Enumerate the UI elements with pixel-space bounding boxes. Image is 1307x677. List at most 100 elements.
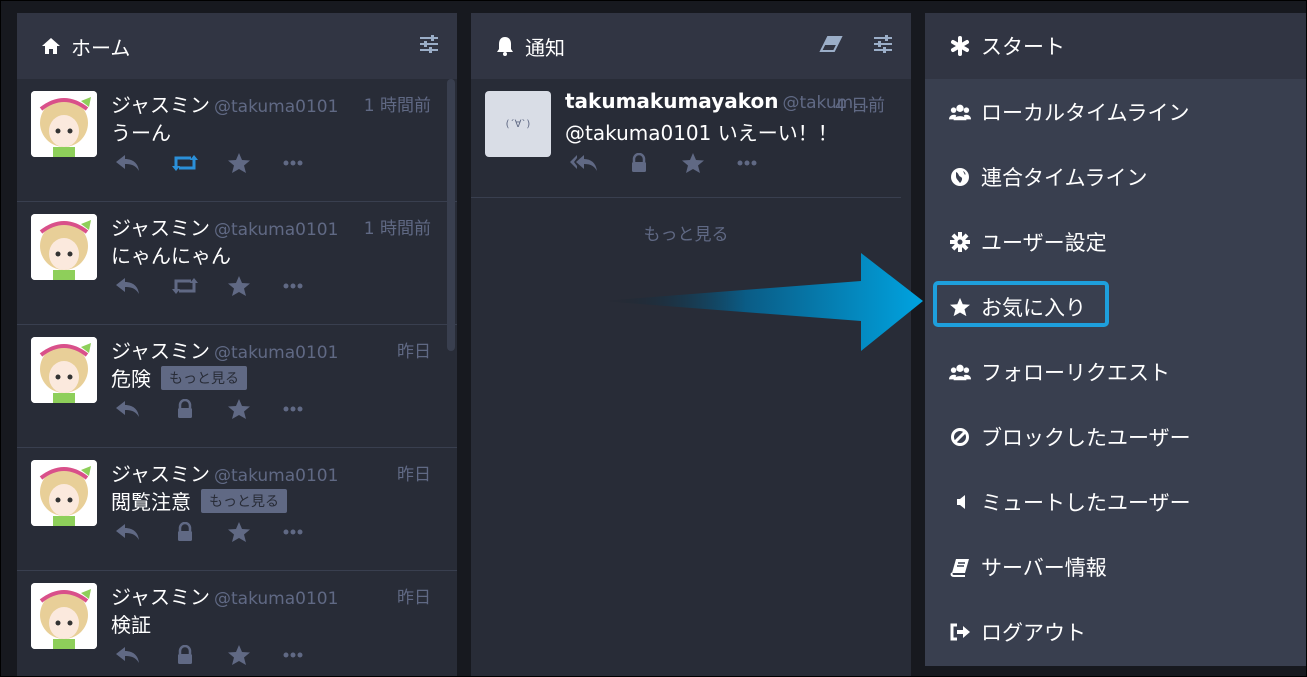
star-icon[interactable]: [227, 520, 283, 544]
users-icon: [949, 102, 971, 122]
status-time[interactable]: 4 日前: [835, 91, 885, 116]
more-icon[interactable]: [737, 151, 793, 175]
menu-item-label: ブロックしたユーザー: [981, 425, 1191, 450]
star-icon[interactable]: [681, 151, 737, 175]
home-scrollbar[interactable]: [447, 79, 455, 351]
menu-item-server-info[interactable]: サーバー情報: [925, 534, 1306, 599]
status-actions: [115, 274, 339, 298]
star-icon[interactable]: [227, 151, 283, 175]
home-column-header[interactable]: ホーム: [17, 13, 457, 79]
account-handle: @takuma0101: [214, 343, 339, 363]
display-name: takumakumayakon: [565, 89, 779, 113]
reply-icon[interactable]: [115, 397, 171, 421]
reply-icon[interactable]: [115, 274, 171, 298]
status-item[interactable]: ジャスミン @takuma0101 昨日 閲覧注意 もっと見る: [17, 448, 457, 571]
avatar[interactable]: [31, 337, 97, 403]
reply-icon[interactable]: [115, 151, 171, 175]
display-name: ジャスミン: [111, 585, 210, 609]
status-author[interactable]: ジャスミン @takuma0101: [111, 458, 338, 487]
reply-icon[interactable]: [115, 520, 171, 544]
menu-item-blocked-users[interactable]: ブロックしたユーザー: [925, 404, 1306, 469]
status-text: 検証: [111, 613, 151, 637]
avatar[interactable]: [31, 91, 97, 157]
status-item[interactable]: ジャスミン @takuma0101 1 時間前 うーん: [17, 79, 457, 202]
reply-icon[interactable]: [115, 643, 171, 667]
status-item[interactable]: ジャスミン @takuma0101 昨日 危険 もっと見る: [17, 325, 457, 448]
status-text: うーん: [111, 121, 171, 145]
star-icon[interactable]: [227, 274, 283, 298]
status-author[interactable]: ジャスミン @takuma0101: [111, 89, 338, 118]
more-icon[interactable]: [283, 643, 339, 667]
cog-icon: [949, 231, 971, 252]
status-content: うーん: [111, 117, 171, 146]
globe-icon: [949, 167, 971, 187]
account-handle: @takuma0101: [214, 466, 339, 486]
menu-item-label: ローカルタイムライン: [981, 100, 1190, 125]
status-author[interactable]: ジャスミン @takuma0101: [111, 335, 338, 364]
menu-item-preferences[interactable]: ユーザー設定: [925, 209, 1306, 274]
menu-item-label: サーバー情報: [981, 555, 1107, 580]
boost-icon[interactable]: [171, 151, 227, 175]
navigation-menu: スタート ローカルタイムライン 連合タイムライン ユーザー設定 お気に入り フォ…: [925, 13, 1306, 666]
menu-item-start[interactable]: スタート: [925, 13, 1306, 79]
account-handle: @takuma0101: [214, 97, 339, 117]
status-text: @takuma0101 いえーい！！: [565, 121, 838, 145]
notifications-column-header[interactable]: 通知: [471, 13, 911, 79]
account-handle: @takuma0101: [214, 589, 339, 609]
show-more-button[interactable]: もっと見る: [201, 488, 287, 513]
status-time[interactable]: 昨日: [397, 460, 431, 485]
spoiler-text: 閲覧注意: [111, 490, 191, 514]
status-author[interactable]: ジャスミン @takuma0101: [111, 581, 338, 610]
avatar[interactable]: [31, 583, 97, 649]
status-actions: [115, 151, 339, 175]
boost-icon[interactable]: [171, 274, 227, 298]
lock-icon: [171, 520, 227, 544]
status-time[interactable]: 1 時間前: [364, 214, 431, 239]
status-author[interactable]: takumakumayakon @takum...: [565, 89, 869, 113]
avatar[interactable]: (´∀`): [485, 91, 551, 157]
status-time[interactable]: 1 時間前: [364, 91, 431, 116]
display-name: ジャスミン: [111, 462, 210, 486]
bell-icon: [495, 36, 515, 56]
menu-item-local-timeline[interactable]: ローカルタイムライン: [925, 79, 1306, 144]
reply-all-icon[interactable]: [569, 151, 625, 175]
notification-item[interactable]: (´∀`) takumakumayakon @takum... 4 日前 @tak…: [471, 79, 901, 198]
status-item[interactable]: ジャスミン @takuma0101 1 時間前 にゃんにゃん: [17, 202, 457, 325]
status-author[interactable]: ジャスミン @takuma0101: [111, 212, 338, 241]
account-handle: @takuma0101: [214, 220, 339, 240]
annotation-arrow: [601, 253, 923, 351]
menu-item-label: ミュートしたユーザー: [981, 490, 1191, 515]
eraser-icon[interactable]: [819, 35, 843, 57]
sliders-icon[interactable]: [419, 35, 439, 57]
menu-item-label: ログアウト: [981, 620, 1086, 645]
status-time[interactable]: 昨日: [397, 583, 431, 608]
status-content: にゃんにゃん: [111, 240, 231, 269]
status-actions: [115, 643, 339, 667]
menu-item-logout[interactable]: ログアウト: [925, 599, 1306, 664]
star-icon[interactable]: [227, 397, 283, 421]
more-icon[interactable]: [283, 520, 339, 544]
status-content: 検証: [111, 609, 151, 638]
status-time[interactable]: 昨日: [397, 337, 431, 362]
avatar[interactable]: [31, 214, 97, 280]
home-column: ホーム ジャスミン @takuma0101 1 時間前 うーん ジャスミン @t…: [17, 13, 457, 676]
load-more-button[interactable]: もっと見る: [471, 198, 901, 245]
more-icon[interactable]: [283, 274, 339, 298]
status-item[interactable]: ジャスミン @takuma0101 昨日 検証: [17, 571, 457, 676]
sign-out-icon: [949, 622, 971, 642]
display-name: ジャスミン: [111, 93, 210, 117]
book-icon: [949, 557, 971, 577]
sliders-icon[interactable]: [873, 35, 893, 57]
lock-icon: [171, 397, 227, 421]
more-icon[interactable]: [283, 397, 339, 421]
menu-item-muted-users[interactable]: ミュートしたユーザー: [925, 469, 1306, 534]
menu-item-follow-requests[interactable]: フォローリクエスト: [925, 339, 1306, 404]
menu-item-label: 連合タイムライン: [981, 165, 1148, 190]
avatar[interactable]: [31, 460, 97, 526]
menu-item-label: ユーザー設定: [981, 230, 1107, 255]
menu-item-federated-timeline[interactable]: 連合タイムライン: [925, 144, 1306, 209]
app-frame: ホーム ジャスミン @takuma0101 1 時間前 うーん ジャスミン @t…: [0, 0, 1307, 677]
more-icon[interactable]: [283, 151, 339, 175]
show-more-button[interactable]: もっと見る: [161, 365, 247, 390]
star-icon[interactable]: [227, 643, 283, 667]
